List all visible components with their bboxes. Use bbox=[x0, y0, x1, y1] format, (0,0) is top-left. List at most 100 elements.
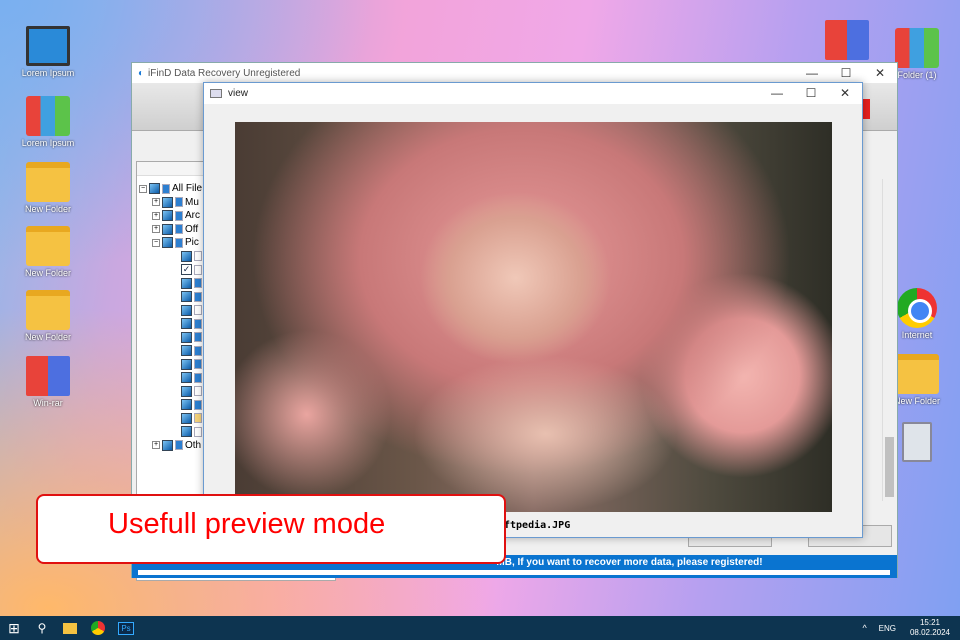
file-icon bbox=[194, 278, 202, 288]
checkbox[interactable]: ✓ bbox=[181, 264, 192, 275]
tree-label: All File bbox=[172, 183, 203, 194]
expand-toggle[interactable]: + bbox=[152, 225, 160, 233]
category-icon bbox=[175, 197, 183, 207]
scrollbar[interactable] bbox=[882, 179, 895, 501]
binders-icon bbox=[26, 96, 70, 136]
folder-icon bbox=[26, 226, 70, 266]
file-icon bbox=[194, 305, 202, 315]
expand-toggle[interactable]: + bbox=[152, 211, 160, 220]
file-item[interactable] bbox=[181, 344, 202, 357]
checkbox[interactable] bbox=[181, 331, 192, 343]
file-item[interactable] bbox=[181, 425, 202, 438]
file-item[interactable] bbox=[181, 398, 202, 411]
minimize-button[interactable]: — bbox=[795, 63, 829, 83]
checkbox[interactable] bbox=[162, 223, 173, 235]
file-item[interactable] bbox=[181, 304, 202, 317]
file-item[interactable] bbox=[181, 331, 202, 344]
category-icon bbox=[162, 183, 170, 194]
app-title: iFinD Data Recovery Unregistered bbox=[148, 67, 301, 79]
computer-icon bbox=[26, 26, 70, 66]
desktop-icon[interactable] bbox=[812, 20, 882, 62]
checkbox[interactable] bbox=[162, 237, 173, 248]
checkbox[interactable] bbox=[181, 385, 192, 397]
expand-toggle[interactable]: − bbox=[139, 184, 147, 193]
tree-item[interactable]: + Off bbox=[152, 223, 198, 236]
file-icon bbox=[194, 291, 202, 302]
binders-icon bbox=[895, 28, 939, 68]
photoshop-icon[interactable]: Ps bbox=[112, 616, 140, 640]
winrar-icon bbox=[26, 356, 70, 396]
start-button[interactable]: ⊞ bbox=[0, 616, 28, 640]
icon-label: New Folder bbox=[24, 332, 71, 342]
checkbox[interactable] bbox=[181, 358, 192, 370]
view-title: view bbox=[228, 88, 249, 99]
desktop-icon[interactable]: New Folder bbox=[13, 226, 83, 278]
file-item[interactable] bbox=[181, 290, 202, 303]
minimize-button[interactable]: — bbox=[760, 83, 794, 103]
folder-icon bbox=[175, 440, 183, 450]
checkbox[interactable] bbox=[162, 196, 173, 208]
tree-label: Oth bbox=[185, 439, 202, 451]
icon-label: Folder (1) bbox=[897, 70, 937, 80]
tree-item[interactable]: − All File bbox=[139, 182, 202, 195]
checkbox[interactable] bbox=[181, 318, 192, 329]
tree-label: Pic bbox=[185, 237, 199, 248]
checkbox[interactable] bbox=[181, 399, 192, 410]
expand-toggle[interactable]: + bbox=[152, 198, 160, 206]
desktop-icon[interactable]: Win-rar bbox=[13, 356, 83, 408]
file-item[interactable] bbox=[181, 412, 202, 425]
maximize-button[interactable]: ☐ bbox=[829, 63, 863, 83]
file-icon bbox=[194, 332, 202, 342]
checkbox[interactable] bbox=[181, 250, 192, 262]
tree-item[interactable]: + Arc bbox=[152, 209, 200, 222]
clock-date: 08.02.2024 bbox=[909, 628, 950, 637]
file-item[interactable] bbox=[181, 358, 202, 371]
checkbox[interactable] bbox=[162, 210, 173, 221]
checkbox[interactable] bbox=[162, 439, 173, 451]
taskbar: ⊞ ⚲ Ps ^ ENG 15:21 08.02.2024 bbox=[0, 616, 960, 640]
file-item[interactable] bbox=[181, 250, 202, 263]
expand-toggle[interactable]: + bbox=[152, 441, 160, 449]
checkbox[interactable] bbox=[181, 304, 192, 316]
tray-chevron-icon[interactable]: ^ bbox=[851, 616, 879, 640]
tree-item[interactable]: + Mu bbox=[152, 196, 199, 209]
scrollbar-thumb[interactable] bbox=[885, 437, 894, 497]
checkbox[interactable] bbox=[181, 277, 192, 289]
window-icon bbox=[210, 89, 222, 98]
search-icon[interactable]: ⚲ bbox=[28, 616, 56, 640]
checkbox[interactable] bbox=[181, 345, 192, 356]
checkbox[interactable] bbox=[181, 372, 192, 383]
image-preview bbox=[235, 122, 832, 512]
file-item[interactable] bbox=[181, 385, 202, 398]
file-item[interactable]: ✓ bbox=[181, 263, 202, 276]
expand-toggle[interactable]: − bbox=[152, 238, 160, 247]
checkbox[interactable] bbox=[181, 291, 192, 302]
file-icon bbox=[194, 372, 202, 383]
clock-time: 15:21 bbox=[919, 618, 940, 627]
tree-item[interactable]: − Pic bbox=[152, 236, 199, 249]
file-item[interactable] bbox=[181, 371, 202, 384]
checkbox[interactable] bbox=[181, 412, 192, 424]
chrome-icon bbox=[897, 288, 937, 328]
file-item[interactable] bbox=[181, 277, 202, 290]
close-button[interactable]: ✕ bbox=[828, 83, 862, 103]
desktop-icon[interactable]: New Folder bbox=[13, 290, 83, 342]
maximize-button[interactable]: ☐ bbox=[794, 83, 828, 103]
desktop-icon[interactable]: Lorem Ipsum bbox=[13, 96, 83, 148]
desktop-icon[interactable]: Lorem Ipsum bbox=[13, 26, 83, 78]
language-indicator[interactable]: ENG bbox=[879, 624, 896, 633]
view-controls: — ☐ ✕ bbox=[760, 83, 862, 103]
close-button[interactable]: ✕ bbox=[863, 63, 897, 83]
checkbox[interactable] bbox=[181, 426, 192, 437]
file-icon bbox=[194, 359, 202, 369]
file-icon bbox=[194, 413, 202, 423]
tree-item[interactable]: + Oth bbox=[152, 439, 201, 452]
clock[interactable]: 15:21 08.02.2024 bbox=[910, 618, 950, 638]
file-item[interactable] bbox=[181, 317, 202, 330]
file-icon bbox=[194, 251, 202, 261]
view-dialog: view — ☐ ✕ ftpedia.JPG bbox=[203, 82, 863, 538]
checkbox[interactable] bbox=[149, 183, 160, 194]
desktop-icon[interactable]: New Folder bbox=[13, 162, 83, 214]
file-explorer-icon[interactable] bbox=[56, 616, 84, 640]
chrome-taskbar-icon[interactable] bbox=[84, 616, 112, 640]
